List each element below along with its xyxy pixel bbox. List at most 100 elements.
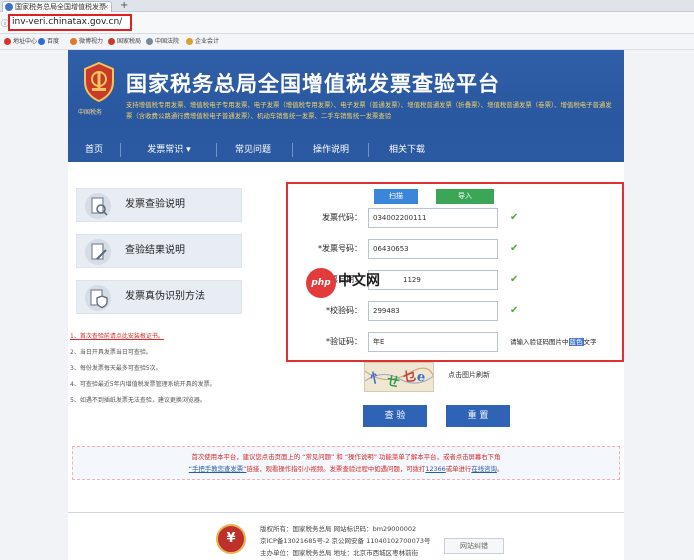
bookmark-label: 地址中心	[13, 38, 38, 45]
bookmark-item[interactable]: 中国法院	[146, 37, 179, 46]
bookmark-item[interactable]: 国家税局	[108, 37, 141, 46]
captcha-image[interactable]: 忄 ㄝ 乜 e	[364, 362, 434, 392]
invoice-check-guide-button[interactable]: 发票查验说明	[76, 188, 242, 222]
reset-button[interactable]: 重 置	[446, 405, 510, 427]
hotline-number: 12366	[425, 465, 446, 473]
issue-date-input[interactable]: 1129	[368, 270, 498, 290]
nav-invoice-knowledge[interactable]: 发票常识 ▾	[128, 138, 210, 162]
chevron-down-icon: ▾	[186, 145, 191, 155]
bookmark-item[interactable]: 微博视力	[70, 37, 103, 46]
notice-text: 。	[496, 465, 504, 473]
page-viewport: 中国税务 国家税务总局全国增值税发票查验平台 支持增值税专用发票、增值税电子专用…	[0, 50, 694, 560]
address-bar[interactable]: inv-veri.chinatax.gov.cn/	[8, 14, 132, 31]
video-guide-link[interactable]: “手把手教您查发票”	[189, 465, 247, 473]
nav-downloads[interactable]: 相关下载	[376, 138, 438, 162]
bookmark-favicon-icon	[186, 38, 193, 45]
nav-divider	[368, 143, 369, 157]
captcha-hint-prefix: 请输入验证码图片中	[510, 338, 569, 346]
browser-window: 国家税务总局全国增值税发票 × + ⓘ inv-veri.chinatax.go…	[0, 0, 694, 560]
invoice-code-label: 发票代码：	[322, 213, 362, 222]
tax-emblem-icon	[84, 62, 114, 102]
shield-icon	[85, 285, 111, 311]
nav-instructions[interactable]: 操作说明	[300, 138, 362, 162]
bookmark-label: 微博视力	[79, 38, 104, 45]
address-bar-row: ⓘ inv-veri.chinatax.gov.cn/	[0, 12, 694, 34]
scan-tab[interactable]: 扫描	[374, 189, 418, 204]
online-consult-link[interactable]: 在线咨询	[471, 465, 497, 473]
bookmark-item[interactable]: 百度	[38, 37, 59, 46]
invoice-code-input[interactable]: 034002200111	[368, 208, 498, 228]
bookmark-favicon-icon	[4, 38, 11, 45]
tab-favicon-icon	[5, 3, 13, 11]
main-nav: 首页 发票常识 ▾ 常见问题 操作说明 相关下载	[68, 138, 624, 162]
notice-text: 链接，观看操作指引小视频。发票查验过程中如遇问题，可拨打	[246, 465, 426, 473]
notice-line-1: 首次使用本平台，建议您点击页面上的 “常见问题” 和 “操作说明” 功能菜单了解…	[191, 453, 501, 461]
new-tab-button[interactable]: +	[120, 0, 128, 11]
note-item: 4、可查验最近5年内增值税发票管理系统开具的发票。	[70, 381, 216, 388]
footer-divider	[68, 512, 624, 513]
supported-invoice-types: 支持增值税专用发票、增值税电子专用发票、电子发票（增值税专用发票）、电子发票（普…	[126, 101, 612, 120]
check-result-guide-button[interactable]: 查验结果说明	[76, 234, 242, 268]
verification-form: 扫描 导入 发票代码： 034002200111 ✔ *发票号码： 064306…	[286, 182, 624, 362]
check-code-label: *校验码：	[326, 306, 362, 315]
authenticity-guide-label: 发票真伪识别方法	[125, 291, 205, 302]
invoice-number-input[interactable]: 06430653	[368, 239, 498, 259]
footer-sponsor: 主办单位：国家税务总局 地址：北京市西城区枣林前街	[260, 549, 419, 557]
bookmark-item[interactable]: 地址中心	[4, 37, 37, 46]
check-code-input[interactable]: 299483	[368, 301, 498, 321]
note-item: 3、每份发票每天最多可查验5次。	[70, 365, 162, 372]
import-tab[interactable]: 导入	[436, 189, 494, 204]
php-logo-badge: php	[306, 268, 336, 298]
captcha-hint-color: 蓝色	[568, 338, 584, 346]
footer-copyright: 版权所有：国家税务总局 网站标识码：bm29000002	[260, 525, 417, 533]
captcha-hint: 请输入验证码图片中蓝色文字	[510, 332, 597, 352]
check-icon: ✔	[510, 274, 519, 285]
site-error-report-button[interactable]: 网站纠错	[444, 538, 504, 554]
bookmark-favicon-icon	[38, 38, 45, 45]
page-title: 国家税务总局全国增值税发票查验平台	[126, 72, 500, 96]
nav-divider	[292, 143, 293, 157]
check-result-guide-label: 查验结果说明	[125, 245, 185, 256]
captcha-input[interactable]: 年E	[368, 332, 498, 352]
authenticity-guide-button[interactable]: 发票真伪识别方法	[76, 280, 242, 314]
bookmarks-bar: 地址中心 百度 微博视力 国家税局 中国法院 企业会计	[0, 34, 694, 50]
emblem-caption: 中国税务	[78, 109, 103, 116]
tab-title: 国家税务总局全国增值税发票	[15, 3, 106, 11]
install-certificate-link[interactable]: 1、首次查验前请点此安装根证书。	[70, 332, 164, 342]
close-tab-icon[interactable]: ×	[103, 2, 109, 12]
check-icon: ✔	[510, 243, 519, 254]
nav-faq[interactable]: 常见问题	[222, 138, 284, 162]
submit-check-button[interactable]: 查 验	[363, 405, 427, 427]
check-icon: ✔	[510, 212, 519, 223]
php-watermark-text: 中文网	[338, 273, 380, 289]
nav-home[interactable]: 首页	[74, 138, 114, 162]
captcha-label: *验证码：	[326, 337, 362, 346]
bookmark-label: 百度	[47, 38, 60, 45]
document-edit-icon	[85, 239, 111, 265]
nav-divider	[120, 143, 121, 157]
note-item: 5、如遇不到插纸发票无法查验，建议更换浏览器。	[70, 397, 206, 404]
check-icon: ✔	[510, 305, 519, 316]
page-content: 中国税务 国家税务总局全国增值税发票查验平台 支持增值税专用发票、增值税电子专用…	[68, 50, 624, 560]
bookmark-label: 企业会计	[195, 38, 220, 45]
invoice-check-guide-label: 发票查验说明	[125, 199, 185, 210]
bookmark-label: 国家税局	[117, 38, 142, 45]
site-banner: 中国税务 国家税务总局全国增值税发票查验平台 支持增值税专用发票、增值税电子专用…	[68, 50, 624, 162]
bookmark-favicon-icon	[108, 38, 115, 45]
nav-divider	[216, 143, 217, 157]
notice-line-2: “手把手教您查发票”链接，观看操作指引小视频。发票查验过程中如遇问题，可拨打12…	[73, 463, 619, 475]
footer-icp: 京ICP备13021685号-2 京公网安备 11040102700073号	[260, 537, 431, 545]
note-item: 2、当日开具发票当日可查验。	[70, 349, 152, 356]
footer-logo: ¥	[216, 524, 246, 554]
captcha-hint-suffix: 文字	[583, 338, 597, 346]
notice-text: 或单进行	[445, 465, 472, 473]
browser-tab[interactable]: 国家税务总局全国增值税发票 ×	[2, 1, 112, 12]
tab-strip: 国家税务总局全国增值税发票 × +	[0, 0, 694, 12]
bookmark-item[interactable]: 企业会计	[186, 37, 219, 46]
invoice-number-label: *发票号码：	[318, 244, 362, 253]
captcha-refresh-hint[interactable]: 点击图片刷新	[448, 370, 490, 380]
document-search-icon	[85, 193, 111, 219]
bookmark-favicon-icon	[146, 38, 153, 45]
bookmark-label: 中国法院	[155, 38, 180, 45]
usage-notice: 首次使用本平台，建议您点击页面上的 “常见问题” 和 “操作说明” 功能菜单了解…	[72, 446, 620, 480]
